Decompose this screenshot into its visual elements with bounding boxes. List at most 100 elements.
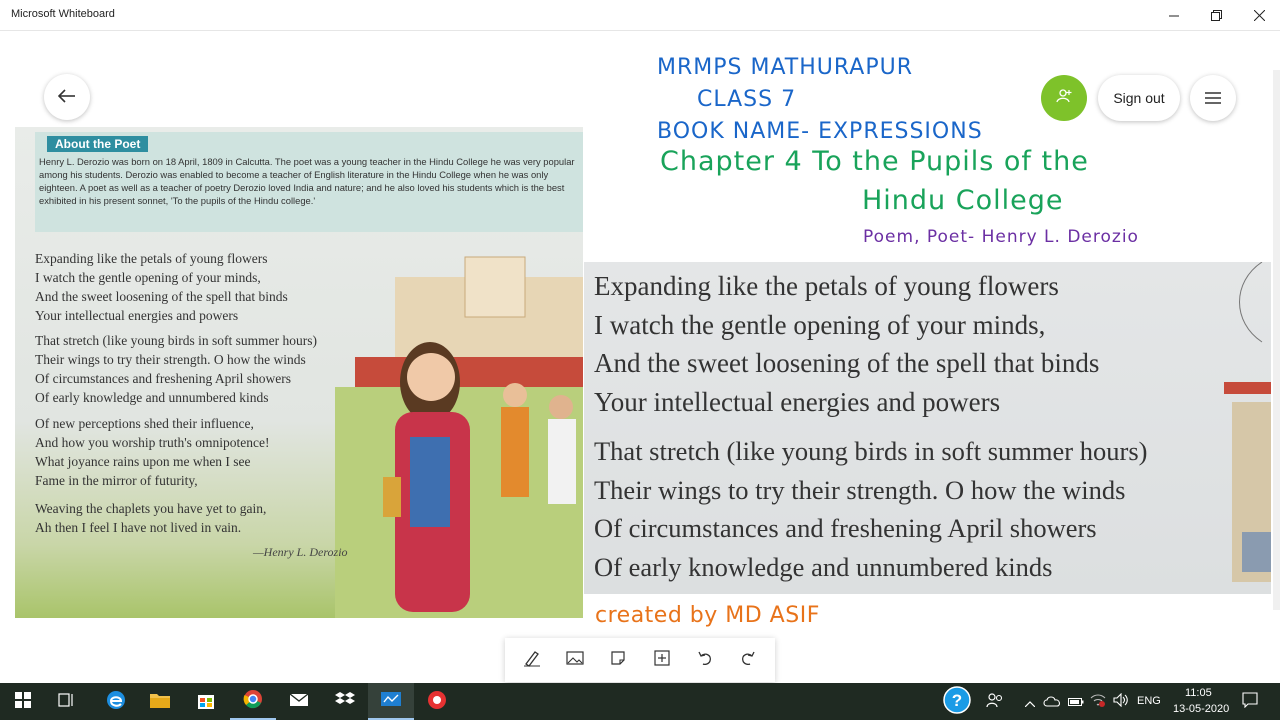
minimize-button[interactable] bbox=[1151, 0, 1197, 30]
dropbox-icon bbox=[335, 691, 355, 713]
clock-date[interactable]: 13-05-2020 bbox=[1173, 703, 1229, 715]
restore-button[interactable] bbox=[1193, 0, 1239, 30]
mail-button[interactable] bbox=[276, 683, 322, 720]
note-tool-button[interactable] bbox=[600, 642, 636, 678]
minimize-icon bbox=[1169, 6, 1179, 25]
book-line: That stretch (like young birds in soft s… bbox=[35, 333, 317, 348]
book-line: Of early knowledge and unnumbered kinds bbox=[35, 390, 269, 405]
book-line: Your intellectual energies and powers bbox=[35, 308, 239, 323]
recorder-button[interactable] bbox=[414, 683, 460, 720]
action-center-button[interactable] bbox=[1228, 683, 1272, 720]
record-icon bbox=[427, 690, 447, 714]
restore-icon bbox=[1210, 6, 1222, 25]
redo-icon bbox=[740, 650, 756, 670]
zoomed-poem-image[interactable]: Expanding like the petals of young flowe… bbox=[584, 262, 1271, 594]
book-author: —Henry L. Derozio bbox=[253, 545, 348, 559]
start-button[interactable] bbox=[0, 683, 46, 720]
cloud-icon bbox=[1043, 692, 1061, 711]
redo-button[interactable] bbox=[730, 642, 766, 678]
book-stanza-1: Expanding like the petals of young flowe… bbox=[35, 249, 288, 325]
add-person-icon bbox=[1056, 88, 1072, 108]
task-view-button[interactable] bbox=[44, 683, 90, 720]
ink-book-name[interactable]: BOOK NAME- EXPRESSIONS bbox=[657, 119, 983, 144]
people-button[interactable] bbox=[975, 683, 1015, 720]
ink-toolbar bbox=[505, 638, 775, 682]
image-tool-button[interactable] bbox=[557, 642, 593, 678]
network-button[interactable] bbox=[1086, 683, 1110, 720]
zoomed-line: Of circumstances and freshening April sh… bbox=[594, 513, 1097, 543]
ink-credit[interactable]: created by MD ASIF bbox=[595, 603, 820, 628]
ink-class[interactable]: CLASS 7 bbox=[697, 87, 796, 112]
zoomed-line: I watch the gentle opening of your minds… bbox=[594, 309, 1046, 340]
ink-school-name[interactable]: MRMPS MATHURAPUR bbox=[657, 55, 913, 80]
book-line: What joyance rains upon me when I see bbox=[35, 454, 251, 469]
pen-icon bbox=[523, 649, 541, 671]
hamburger-icon bbox=[1205, 89, 1221, 108]
book-line: Weaving the chaplets you have yet to gai… bbox=[35, 501, 267, 516]
help-button[interactable]: ? bbox=[934, 683, 980, 720]
book-line: Expanding like the petals of young flowe… bbox=[35, 251, 268, 266]
dropbox-button[interactable] bbox=[322, 683, 368, 720]
mail-icon bbox=[289, 692, 309, 712]
zoomed-line: Your intellectual energies and powers bbox=[594, 386, 1001, 417]
add-tool-button[interactable] bbox=[644, 642, 680, 678]
about-poet-heading: About the Poet bbox=[47, 136, 149, 152]
back-button[interactable] bbox=[44, 74, 90, 120]
book-stanza-2: That stretch (like young birds in soft s… bbox=[35, 331, 317, 407]
close-icon bbox=[1253, 6, 1265, 25]
zoomed-line: That stretch (like young birds in soft s… bbox=[594, 436, 1148, 466]
file-explorer-button[interactable] bbox=[137, 683, 183, 720]
book-stanza-3: Of new perceptions shed their influence,… bbox=[35, 414, 270, 490]
tray-expand-button[interactable] bbox=[1018, 683, 1042, 720]
store-button[interactable] bbox=[183, 683, 229, 720]
edge-button[interactable] bbox=[93, 683, 139, 720]
invite-button[interactable] bbox=[1041, 75, 1087, 121]
clock-time[interactable]: 11:05 bbox=[1185, 687, 1212, 699]
undo-button[interactable] bbox=[687, 642, 723, 678]
image-icon bbox=[566, 650, 584, 670]
zoomed-line: Of early knowledge and unnumbered kinds bbox=[594, 551, 1053, 582]
windows-taskbar: ? ENG 11:05 13-05-2020 bbox=[0, 683, 1280, 720]
zoomed-stanza-2: That stretch (like young birds in soft s… bbox=[594, 432, 1147, 586]
whiteboard-app-button[interactable] bbox=[368, 683, 414, 720]
book-line: Ah then I feel I have not lived in vain. bbox=[35, 520, 242, 535]
zoomed-illustration-edge bbox=[1224, 262, 1271, 582]
poet-illustration bbox=[335, 256, 583, 618]
task-view-icon bbox=[58, 692, 76, 712]
undo-icon bbox=[697, 650, 713, 670]
chrome-button[interactable] bbox=[230, 683, 276, 720]
ink-poet[interactable]: Poem, Poet- Henry L. Derozio bbox=[863, 227, 1139, 247]
ink-chapter-title[interactable]: Chapter 4 To the Pupils of the bbox=[660, 146, 1089, 177]
title-bar: Microsoft Whiteboard bbox=[0, 0, 1280, 31]
zoomed-line: And the sweet loosening of the spell tha… bbox=[594, 348, 1100, 378]
folder-icon bbox=[149, 691, 171, 713]
whiteboard-icon bbox=[380, 691, 402, 711]
add-icon bbox=[654, 650, 670, 670]
volume-button[interactable] bbox=[1109, 683, 1133, 720]
onedrive-button[interactable] bbox=[1040, 683, 1064, 720]
book-stanza-4: Weaving the chaplets you have yet to gai… bbox=[35, 499, 266, 537]
ink-chapter-title-cont[interactable]: Hindu College bbox=[862, 185, 1064, 216]
edge-icon bbox=[106, 690, 126, 714]
window-title: Microsoft Whiteboard bbox=[11, 8, 115, 20]
language-indicator[interactable]: ENG bbox=[1137, 695, 1161, 707]
battery-icon bbox=[1068, 692, 1084, 711]
note-icon bbox=[610, 650, 626, 670]
store-icon bbox=[196, 690, 216, 714]
book-line: And how you worship truth's omnipotence! bbox=[35, 435, 270, 450]
close-button[interactable] bbox=[1236, 0, 1280, 30]
battery-button[interactable] bbox=[1064, 683, 1088, 720]
menu-button[interactable] bbox=[1190, 75, 1236, 121]
book-line: Of new perceptions shed their influence, bbox=[35, 416, 254, 431]
sign-out-button[interactable]: Sign out bbox=[1098, 75, 1180, 121]
pen-tool-button[interactable] bbox=[514, 642, 550, 678]
book-line: And the sweet loosening of the spell tha… bbox=[35, 289, 288, 304]
chrome-icon bbox=[243, 689, 263, 713]
arrow-left-icon bbox=[57, 88, 76, 107]
people-icon bbox=[986, 692, 1004, 712]
book-page-image[interactable]: About the Poet Henry L. Derozio was born… bbox=[15, 127, 583, 618]
about-poet-text: Henry L. Derozio was born on 18 April, 1… bbox=[39, 156, 575, 206]
book-line: I watch the gentle opening of your minds… bbox=[35, 270, 261, 285]
wifi-off-icon bbox=[1090, 692, 1106, 711]
speaker-icon bbox=[1113, 692, 1129, 711]
